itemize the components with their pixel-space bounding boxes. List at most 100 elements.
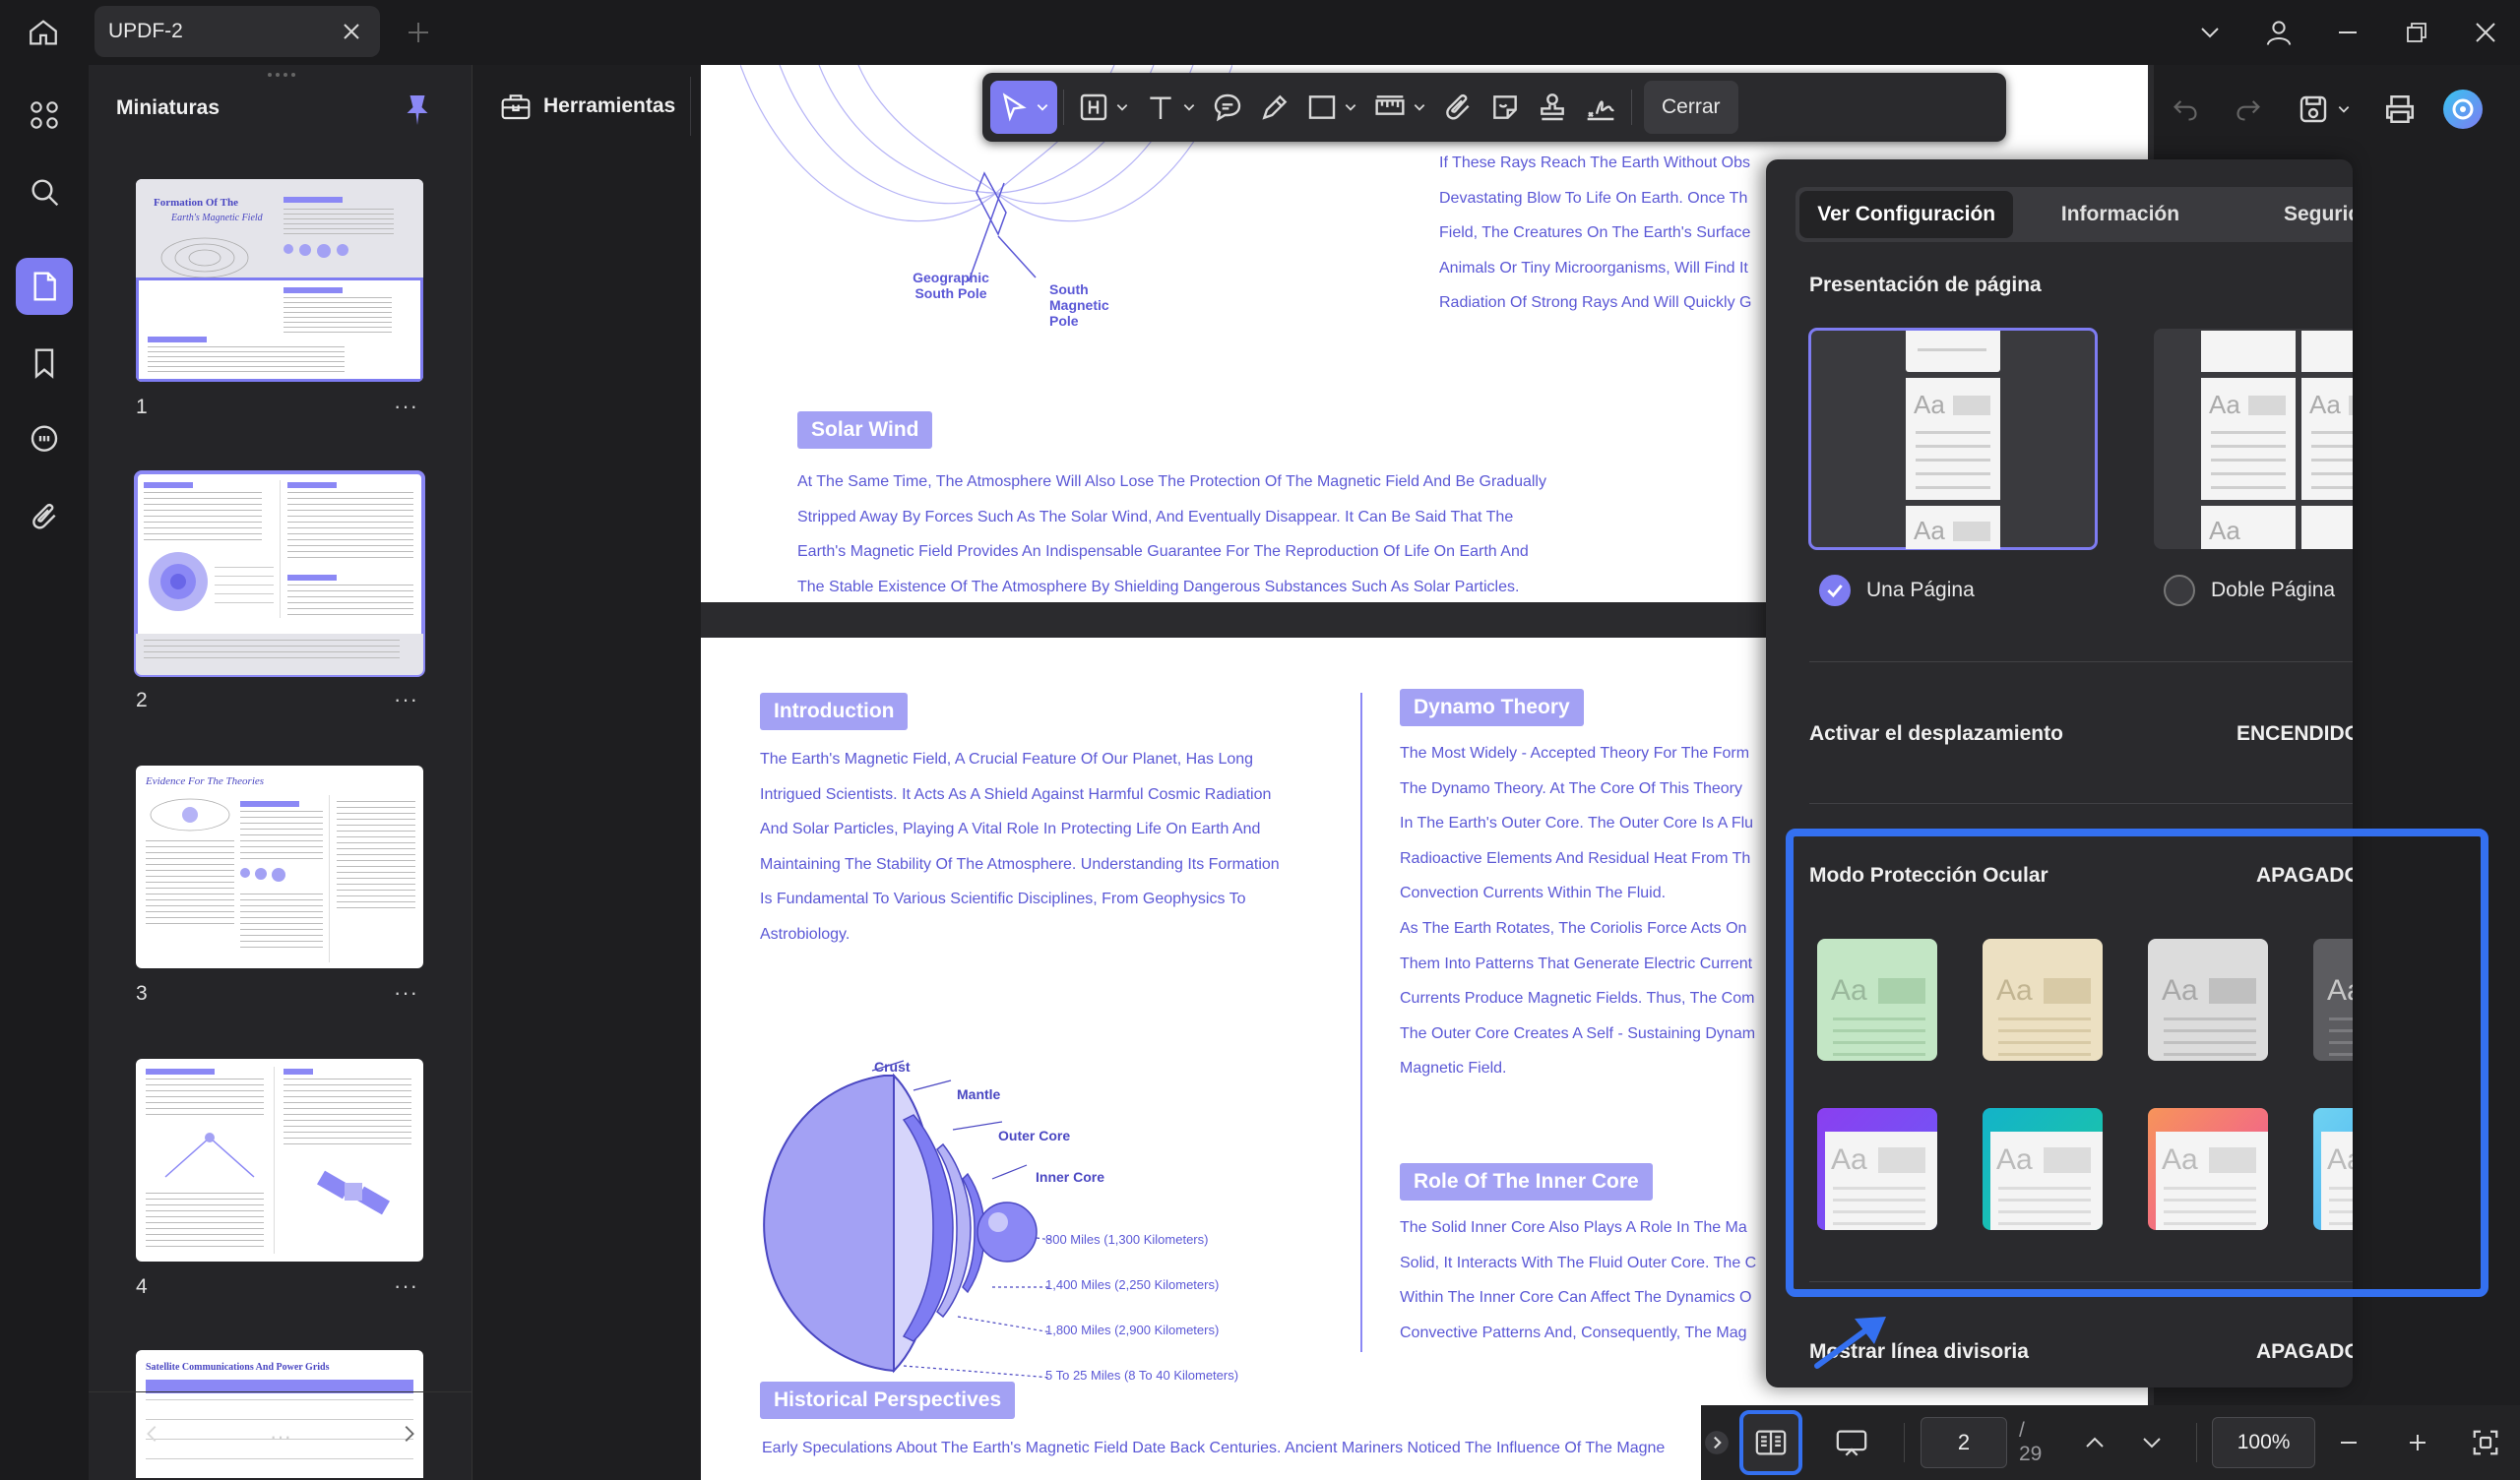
tab-information[interactable]: Información — [2013, 191, 2227, 238]
tab-security[interactable]: Seguridad — [2228, 191, 2353, 238]
home-button[interactable] — [20, 12, 67, 53]
zoom-out-button[interactable] — [2315, 1413, 2383, 1472]
thumbnail-number: 1 — [136, 396, 148, 418]
sticker-tool-button[interactable] — [1481, 81, 1529, 134]
next-page-button[interactable] — [398, 1423, 419, 1449]
thumbnail-page-2[interactable] — [134, 470, 425, 677]
inner-core-text: The Solid Inner Core Also Plays A Role I… — [1400, 1210, 1756, 1350]
tab-view-settings[interactable]: Ver Configuración — [1799, 191, 2014, 238]
rail-attachments-button[interactable] — [16, 488, 73, 545]
tab-close-button[interactable] — [337, 17, 366, 46]
previous-page-button[interactable] — [2066, 1413, 2123, 1472]
bottom-navigation-bar: / 29 100% — [1701, 1405, 2520, 1480]
annotation-toolbar: Cerrar — [982, 73, 2006, 142]
text-line: Stripped Away By Forces Such As The Sola… — [797, 508, 1514, 525]
minimize-button[interactable] — [2313, 0, 2382, 65]
dimension-label: 5 To 25 Miles (8 To 40 Kilometers) — [1045, 1368, 1239, 1383]
tab-title: UPDF-2 — [108, 20, 183, 42]
save-icon — [2300, 95, 2327, 123]
undo-button[interactable] — [2154, 80, 2217, 139]
rail-search-button[interactable] — [16, 163, 73, 220]
next-page-button[interactable] — [2123, 1413, 2180, 1472]
left-rail — [0, 65, 89, 1480]
thumb-heading: Satellite Communications And Power Grids — [146, 1362, 330, 1373]
chevron-down-icon — [1414, 104, 1425, 111]
redo-icon — [2236, 100, 2260, 121]
comment-tool-button[interactable] — [1204, 81, 1251, 134]
text-line: Solid, It Interacts With The Fluid Outer… — [1400, 1254, 1757, 1271]
rail-thumbnails-button[interactable] — [16, 258, 73, 315]
thumb-heading: Formation Of The — [154, 197, 238, 209]
attachment-tool-button[interactable] — [1434, 81, 1481, 134]
text-tool-button[interactable] — [1137, 81, 1204, 134]
zoom-level[interactable]: 100% — [2212, 1417, 2315, 1468]
thumbnail-more-button[interactable]: ··· — [394, 980, 418, 1006]
thumbnail-page-4[interactable] — [136, 1059, 423, 1262]
thumbnail-page-3[interactable]: Evidence For The Theories — [136, 766, 423, 968]
double-page-label: Doble Página — [2211, 579, 2336, 601]
tools-button[interactable]: Herramientas — [482, 77, 691, 136]
presentation-button[interactable] — [1816, 1413, 1888, 1472]
stamp-tool-button[interactable] — [1529, 81, 1576, 134]
shape-tool-button[interactable] — [1298, 81, 1365, 134]
rail-bookmarks-button[interactable] — [16, 335, 73, 392]
print-button[interactable] — [2368, 80, 2431, 139]
thumbnail-more-button[interactable]: ··· — [394, 1273, 418, 1299]
select-tool-button[interactable] — [990, 81, 1057, 134]
tabs-dropdown-button[interactable] — [2175, 0, 2244, 65]
ai-assistant-button[interactable] — [2431, 80, 2494, 139]
rail-comments-button[interactable] — [16, 411, 73, 468]
double-page-layout-card[interactable]: Aa Aa Aa — [2154, 329, 2353, 549]
measure-tool-button[interactable] — [1365, 81, 1434, 134]
prev-page-button[interactable] — [142, 1423, 163, 1449]
dynamo-theory-text: The Most Widely - Accepted Theory For Th… — [1400, 736, 1755, 1086]
document-tab[interactable]: UPDF-2 — [94, 6, 380, 57]
highlight-tool-button[interactable] — [1070, 81, 1137, 134]
save-button[interactable] — [2280, 80, 2368, 139]
signature-tool-button[interactable] — [1576, 81, 1625, 134]
pin-icon[interactable] — [400, 92, 435, 128]
account-button[interactable] — [2244, 0, 2313, 65]
close-window-button[interactable] — [2451, 0, 2520, 65]
new-tab-button[interactable] — [402, 16, 435, 49]
double-page-radio[interactable] — [2164, 575, 2195, 606]
single-page-option[interactable]: Una Página — [1819, 575, 1975, 606]
zoom-in-button[interactable] — [2383, 1413, 2451, 1472]
pen-tool-button[interactable] — [1251, 81, 1298, 134]
thumbnail-number: 4 — [136, 1275, 148, 1298]
earth-layers-illustration — [763, 1060, 1052, 1379]
text-line: And Solar Particles, Playing A Vital Rol… — [760, 821, 1261, 838]
thumb-satellite-illustration — [317, 1170, 390, 1215]
collapse-navbar-button[interactable] — [1701, 1413, 1733, 1472]
single-page-layout-card[interactable]: Aa Aa — [1808, 328, 2098, 550]
divider-line-status: APAGADO — [2256, 1340, 2353, 1363]
thumbnail-more-button[interactable]: ··· — [394, 394, 418, 419]
thumbnails-panel: Miniaturas Formation Of The Earth's Magn… — [89, 65, 472, 1480]
drag-grip-icon[interactable] — [262, 71, 301, 79]
reading-mode-button[interactable] — [1738, 1410, 1802, 1475]
chevron-left-icon — [147, 1426, 157, 1442]
double-page-option[interactable]: Doble Página — [2164, 575, 2335, 606]
thumbnail-page-1[interactable]: Formation Of The Earth's Magnetic Field — [136, 179, 423, 382]
page-number-input[interactable] — [1921, 1417, 2007, 1468]
minimize-icon — [2339, 31, 2357, 33]
pointer-arrow-icon — [1814, 1317, 1886, 1369]
rail-apps-button[interactable] — [16, 87, 73, 144]
solar-wind-heading: Solar Wind — [797, 411, 933, 449]
close-toolbar-button[interactable]: Cerrar — [1644, 81, 1738, 134]
historical-perspectives-text: Early Speculations About The Earth's Mag… — [762, 1440, 1666, 1456]
thumbnail-more-button[interactable]: ··· — [394, 687, 418, 712]
thumbnail-options-button[interactable]: ··· — [270, 1424, 291, 1449]
book-icon — [1755, 1430, 1787, 1455]
grid-icon — [31, 101, 58, 129]
single-page-radio[interactable] — [1819, 575, 1851, 606]
text-line: Convective Patterns And, Consequently, T… — [1400, 1324, 1747, 1341]
restore-button[interactable] — [2382, 0, 2451, 65]
window-controls — [2175, 0, 2520, 65]
redo-button[interactable] — [2217, 80, 2280, 139]
page-total: / 29 — [2019, 1419, 2043, 1465]
panel-divider — [1809, 803, 2353, 804]
fit-page-button[interactable] — [2452, 1413, 2520, 1472]
text-line: The Outer Core Creates A Self - Sustaini… — [1400, 1024, 1756, 1042]
text-line: Animals Or Tiny Microorganisms, Will Fin… — [1439, 259, 1748, 277]
